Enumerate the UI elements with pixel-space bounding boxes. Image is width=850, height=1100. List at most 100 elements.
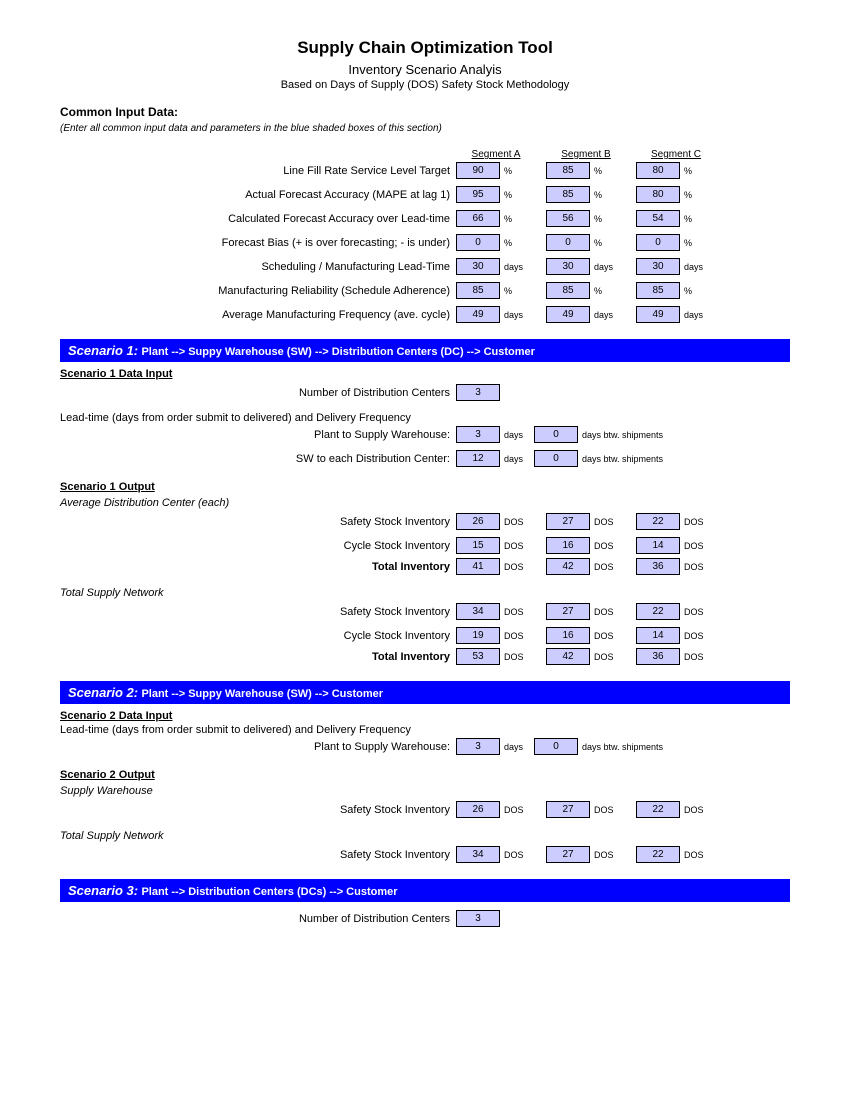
s2-sw-ss-c: 22 (636, 801, 680, 818)
scenario-2-desc: Plant --> Suppy Warehouse (SW) --> Custo… (141, 688, 383, 700)
s1-sw-dc-days[interactable]: 12 (456, 450, 500, 467)
s1-net-ss-b: 27 (546, 603, 590, 620)
common-row: Calculated Forecast Accuracy over Lead-t… (60, 208, 790, 229)
common-b[interactable]: 30 (546, 258, 590, 275)
unit-dos: DOS (682, 607, 714, 617)
common-a[interactable]: 30 (456, 258, 500, 275)
s3-numdc-input[interactable]: 3 (456, 910, 500, 927)
col-a: Segment A (456, 149, 536, 160)
common-b[interactable]: 49 (546, 306, 590, 323)
unit-dos: DOS (682, 805, 714, 815)
unit-dos: DOS (502, 631, 534, 641)
s2-net-ss-label: Safety Stock Inventory (60, 849, 456, 861)
s2-net-ss-a: 34 (456, 846, 500, 863)
common-label: Forecast Bias (+ is over forecasting; - … (60, 237, 456, 249)
unit: % (682, 214, 714, 224)
s1-input-head: Scenario 1 Data Input (60, 368, 790, 380)
unit-dos: DOS (592, 607, 624, 617)
s1-numdc-input[interactable]: 3 (456, 384, 500, 401)
common-row: Forecast Bias (+ is over forecasting; - … (60, 232, 790, 253)
common-b[interactable]: 85 (546, 186, 590, 203)
common-a[interactable]: 95 (456, 186, 500, 203)
common-label: Actual Forecast Accuracy (MAPE at lag 1) (60, 189, 456, 201)
scenario-1-title: Scenario 1: (68, 343, 138, 358)
common-a[interactable]: 0 (456, 234, 500, 251)
common-a[interactable]: 90 (456, 162, 500, 179)
s2-net-head: Total Supply Network (60, 830, 790, 842)
unit: % (592, 166, 624, 176)
common-label: Average Manufacturing Frequency (ave. cy… (60, 309, 456, 321)
s1-plant-sw-days[interactable]: 3 (456, 426, 500, 443)
column-headers: Segment A Segment B Segment C (60, 142, 790, 160)
scenario-1-desc: Plant --> Suppy Warehouse (SW) --> Distr… (141, 346, 534, 358)
common-c[interactable]: 30 (636, 258, 680, 275)
unit-dos: DOS (682, 652, 714, 662)
s1-dc-tot-b: 42 (546, 558, 590, 575)
unit: % (682, 166, 714, 176)
s3-numdc-label: Number of Distribution Centers (60, 913, 456, 925)
unit: % (592, 190, 624, 200)
unit: days (502, 310, 534, 320)
s1-dc-cy-c: 14 (636, 537, 680, 554)
s1-net-cy-b: 16 (546, 627, 590, 644)
common-row: Actual Forecast Accuracy (MAPE at lag 1)… (60, 184, 790, 205)
unit-dos: DOS (592, 850, 624, 860)
common-label: Scheduling / Manufacturing Lead-Time (60, 261, 456, 273)
common-input-heading: Common Input Data: (60, 105, 790, 119)
unit-freq: days btw. shipments (580, 430, 680, 440)
common-row: Average Manufacturing Frequency (ave. cy… (60, 304, 790, 325)
s2-net-ss-b: 27 (546, 846, 590, 863)
col-c: Segment C (636, 149, 716, 160)
unit-dos: DOS (682, 562, 714, 572)
common-label: Manufacturing Reliability (Schedule Adhe… (60, 285, 456, 297)
s1-net-tot-label: Total Inventory (60, 651, 456, 663)
scenario-2-title: Scenario 2: (68, 685, 138, 700)
common-c[interactable]: 85 (636, 282, 680, 299)
common-c[interactable]: 80 (636, 162, 680, 179)
s1-dc-ss-label: Safety Stock Inventory (60, 516, 456, 528)
common-c[interactable]: 49 (636, 306, 680, 323)
s1-net-ss-label: Safety Stock Inventory (60, 606, 456, 618)
unit: % (502, 214, 534, 224)
s2-lt-head: Lead-time (days from order submit to del… (60, 724, 456, 736)
unit-dos: DOS (592, 652, 624, 662)
unit: % (682, 286, 714, 296)
common-c[interactable]: 0 (636, 234, 680, 251)
s2-sw-ss-b: 27 (546, 801, 590, 818)
s1-net-cy-a: 19 (456, 627, 500, 644)
unit-dos: DOS (682, 517, 714, 527)
s1-net-ss-a: 34 (456, 603, 500, 620)
unit-days: days (502, 454, 534, 464)
unit: days (502, 262, 534, 272)
s2-plant-sw-freq[interactable]: 0 (534, 738, 578, 755)
common-a[interactable]: 85 (456, 282, 500, 299)
common-a[interactable]: 49 (456, 306, 500, 323)
common-c[interactable]: 54 (636, 210, 680, 227)
unit: % (502, 286, 534, 296)
s2-plant-sw-label: Plant to Supply Warehouse: (60, 741, 456, 753)
s1-dc-tot-a: 41 (456, 558, 500, 575)
unit: % (502, 190, 534, 200)
common-b[interactable]: 56 (546, 210, 590, 227)
unit-freq: days btw. shipments (580, 454, 680, 464)
s1-output-head: Scenario 1 Output (60, 481, 790, 493)
s1-dc-cy-a: 15 (456, 537, 500, 554)
s1-dc-tot-label: Total Inventory (60, 561, 456, 573)
common-b[interactable]: 0 (546, 234, 590, 251)
common-a[interactable]: 66 (456, 210, 500, 227)
common-b[interactable]: 85 (546, 282, 590, 299)
common-c[interactable]: 80 (636, 186, 680, 203)
common-b[interactable]: 85 (546, 162, 590, 179)
unit: days (682, 310, 714, 320)
unit-dos: DOS (592, 517, 624, 527)
unit-days: days (502, 742, 534, 752)
common-label: Calculated Forecast Accuracy over Lead-t… (60, 213, 456, 225)
s1-plant-sw-freq[interactable]: 0 (534, 426, 578, 443)
s2-plant-sw-days[interactable]: 3 (456, 738, 500, 755)
s2-output-head: Scenario 2 Output (60, 769, 790, 781)
unit: % (682, 238, 714, 248)
page-title: Supply Chain Optimization Tool (60, 38, 790, 58)
unit-dos: DOS (502, 850, 534, 860)
s1-net-head: Total Supply Network (60, 587, 790, 599)
s1-sw-dc-freq[interactable]: 0 (534, 450, 578, 467)
